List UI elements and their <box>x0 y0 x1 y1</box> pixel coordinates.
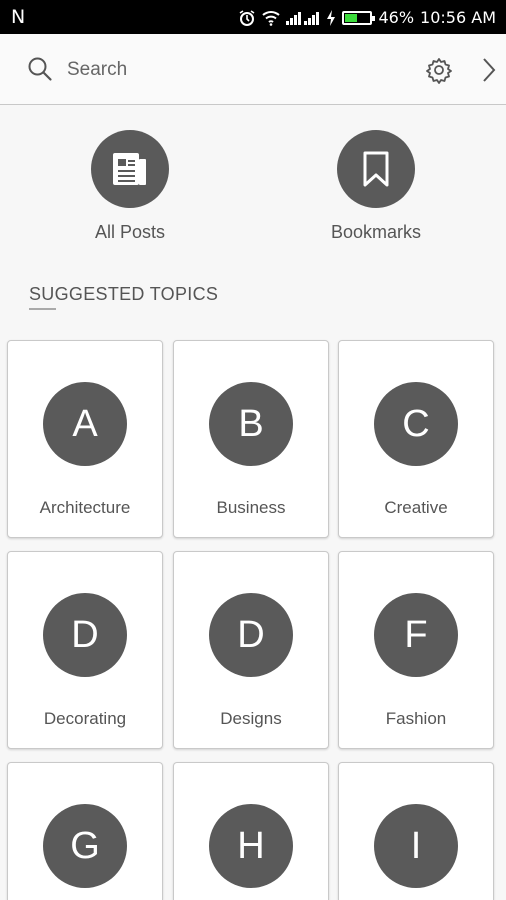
topic-label: Fashion <box>385 709 447 728</box>
topic-label: Decorating <box>43 709 127 728</box>
status-bar: N 46% 10:56 AM <box>0 0 506 34</box>
battery-icon <box>342 10 376 25</box>
topic-letter-avatar: G <box>43 804 127 888</box>
gear-icon[interactable] <box>425 56 453 89</box>
topic-letter-avatar: B <box>209 382 293 466</box>
topic-letter-avatar: D <box>43 593 127 677</box>
topic-letter-avatar: A <box>43 382 127 466</box>
topic-card-business[interactable]: B Business <box>173 340 329 538</box>
topic-card-i[interactable]: I <box>338 762 494 900</box>
document-icon <box>91 130 169 208</box>
signal-icon <box>286 11 320 25</box>
battery-level <box>345 13 358 22</box>
topic-label: Business <box>216 498 286 517</box>
topic-card-g[interactable]: G <box>7 762 163 900</box>
bookmarks-button[interactable]: Bookmarks <box>296 130 456 243</box>
section-underline <box>29 308 56 310</box>
clock: 10:56 AM <box>420 8 496 27</box>
all-posts-label: All Posts <box>94 222 166 242</box>
charging-icon <box>326 9 336 26</box>
topic-card-architecture[interactable]: A Architecture <box>7 340 163 538</box>
all-posts-button[interactable]: All Posts <box>50 130 210 243</box>
battery-percent: 46% <box>378 8 415 27</box>
topic-card-h[interactable]: H <box>173 762 329 900</box>
search-bar <box>0 34 506 105</box>
topic-letter-avatar: I <box>374 804 458 888</box>
topic-label: Creative <box>384 498 448 517</box>
section-title: SUGGESTED TOPICS <box>29 284 219 304</box>
topic-label: Designs <box>220 709 282 728</box>
status-icons: 46% 10:56 AM <box>238 8 496 27</box>
alarm-icon <box>238 9 256 27</box>
bookmark-icon <box>337 130 415 208</box>
search-input[interactable] <box>67 56 397 84</box>
chevron-right-icon[interactable] <box>481 56 497 89</box>
bookmarks-label: Bookmarks <box>330 222 422 242</box>
topic-card-creative[interactable]: C Creative <box>338 340 494 538</box>
topic-letter-avatar: H <box>209 804 293 888</box>
topic-letter-avatar: D <box>209 593 293 677</box>
wifi-icon <box>262 10 281 26</box>
topic-letter-avatar: F <box>374 593 458 677</box>
topic-letter-avatar: C <box>374 382 458 466</box>
topic-card-designs[interactable]: D Designs <box>173 551 329 749</box>
topic-label: Architecture <box>39 498 131 517</box>
topic-card-fashion[interactable]: F Fashion <box>338 551 494 749</box>
carrier-icon: N <box>11 6 26 28</box>
search-icon[interactable] <box>27 56 53 87</box>
topic-card-decorating[interactable]: D Decorating <box>7 551 163 749</box>
